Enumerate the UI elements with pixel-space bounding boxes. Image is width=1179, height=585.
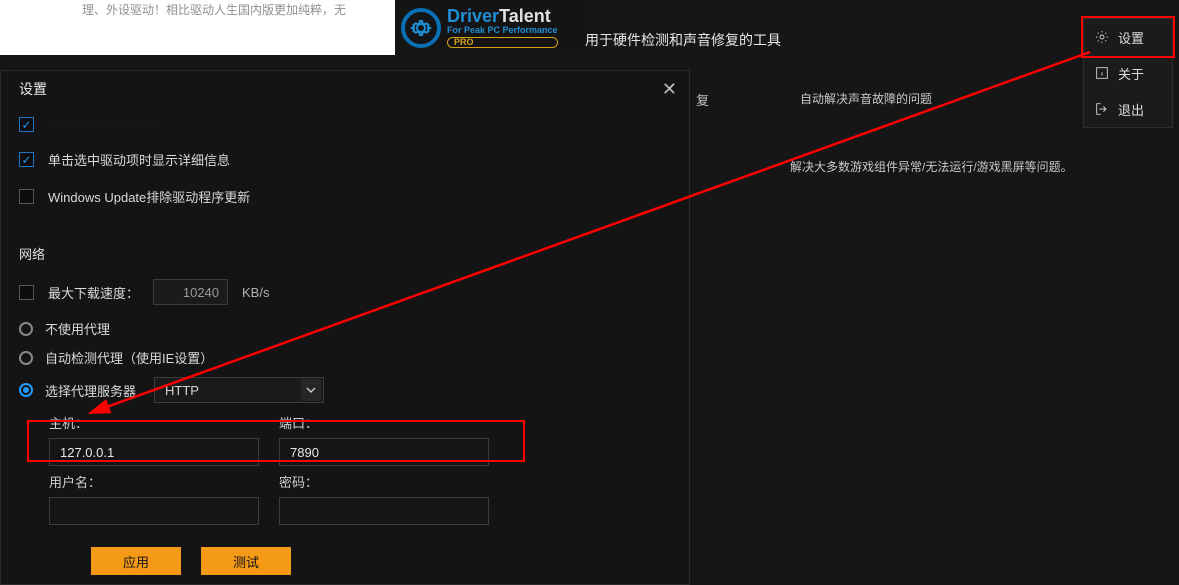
pro-badge: PRO [447, 37, 558, 48]
page-subtitle: 用于硬件检测和声音修复的工具 [585, 30, 781, 50]
header-menu: 设置 关于 退出 [1083, 18, 1173, 128]
checkbox-icon[interactable] [19, 189, 34, 204]
checkbox-wu-label: Windows Update排除驱动程序更新 [48, 187, 250, 206]
settings-dialog: 设置 ✕ ✓ ********************* ✓ 单击选中驱动项时显… [0, 70, 690, 585]
chevron-down-icon [301, 379, 321, 401]
bg-text-fragment: 理、外设驱动！相比驱动人生国内版更加纯粹，无 [82, 1, 346, 18]
speed-unit: KB/s [242, 285, 269, 300]
info-icon [1094, 65, 1110, 81]
radio-auto-proxy[interactable] [19, 351, 33, 365]
menu-settings-label: 设置 [1118, 28, 1144, 47]
password-label: 密码： [279, 472, 489, 491]
checkbox-row-1[interactable]: ✓ ********************* [19, 117, 671, 132]
section-network-title: 网络 [19, 244, 671, 263]
browser-background: 理、外设驱动！相比驱动人生国内版更加纯粹，无 [0, 0, 395, 55]
menu-exit-label: 退出 [1118, 100, 1144, 119]
menu-exit[interactable]: 退出 [1084, 91, 1172, 127]
max-speed-input[interactable] [153, 279, 228, 305]
logo-gear-icon [401, 8, 441, 48]
username-label: 用户名： [49, 472, 259, 491]
checkbox-detailed-label: 单击选中驱动项时显示详细信息 [48, 150, 230, 169]
sound-fix-tip: 自动解决声音故障的问题 [800, 90, 932, 107]
menu-settings[interactable]: 设置 [1084, 19, 1172, 55]
checkbox-wu-exclude[interactable]: Windows Update排除驱动程序更新 [19, 187, 671, 206]
apply-button[interactable]: 应用 [91, 547, 181, 575]
close-icon[interactable]: ✕ [662, 79, 677, 100]
menu-about[interactable]: 关于 [1084, 55, 1172, 91]
checkbox-detailed-info[interactable]: ✓ 单击选中驱动项时显示详细信息 [19, 150, 671, 169]
game-fix-tip: 解决大多数游戏组件异常/无法运行/游戏黑屏等问题。 [790, 158, 1073, 175]
radio-choose-proxy[interactable] [19, 383, 33, 397]
test-button[interactable]: 测试 [201, 547, 291, 575]
proxy-protocol-select[interactable]: HTTP [154, 377, 324, 403]
username-input[interactable] [49, 497, 259, 525]
checkbox-label-truncated: ********************* [48, 117, 154, 132]
password-input[interactable] [279, 497, 489, 525]
radio-no-proxy-label: 不使用代理 [45, 319, 110, 338]
app-logo: DriverTalent For Peak PC Performance PRO [395, 0, 585, 55]
host-label: 主机： [49, 413, 259, 432]
gear-icon [1094, 29, 1110, 45]
radio-choose-proxy-label: 选择代理服务器 [45, 381, 136, 400]
proxy-protocol-value: HTTP [165, 383, 199, 398]
host-input[interactable] [49, 438, 259, 466]
port-input[interactable] [279, 438, 489, 466]
menu-about-label: 关于 [1118, 64, 1144, 83]
dialog-title: 设置 [19, 79, 47, 99]
checkbox-icon[interactable]: ✓ [19, 117, 34, 132]
radio-no-proxy[interactable] [19, 322, 33, 336]
radio-auto-proxy-label: 自动检测代理（使用IE设置） [45, 348, 213, 367]
exit-icon [1094, 101, 1110, 117]
clipped-char: 复 [696, 90, 709, 109]
checkbox-max-speed[interactable] [19, 285, 34, 300]
checkbox-icon[interactable]: ✓ [19, 152, 34, 167]
port-label: 端口： [279, 413, 489, 432]
max-speed-label: 最大下载速度： [48, 283, 139, 302]
